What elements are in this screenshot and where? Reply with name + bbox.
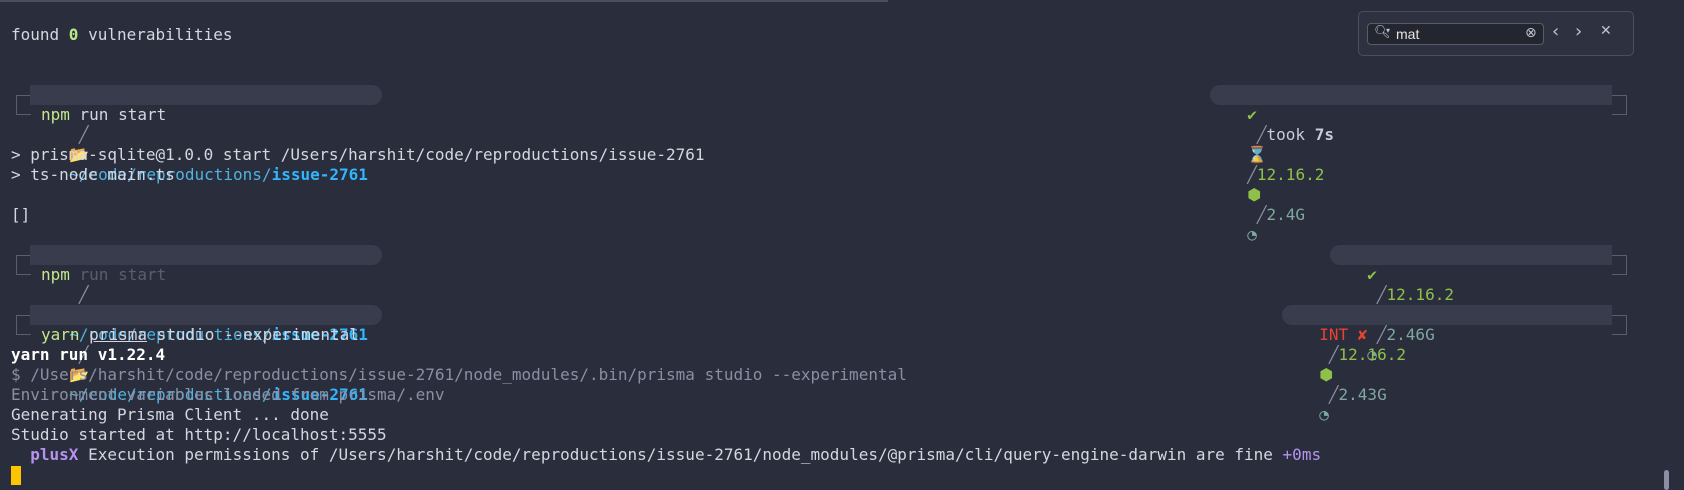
status-ok: ✔: [1367, 265, 1377, 284]
node-version: 12.16.2: [1386, 285, 1454, 304]
prompt-frame-left: [16, 315, 31, 335]
command-package[interactable]: prisma: [89, 325, 147, 344]
search-field[interactable]: 🔍︎ ▾ mat ⊗: [1367, 23, 1544, 45]
prompt-right-segment: INT ✘ ╱12.16.2 ⬢ ╱2.43G ◔: [1282, 305, 1612, 424]
output-line: Studio started at http://localhost:5555: [11, 425, 387, 444]
debug-line: plusX Execution permissions of /Users/ha…: [11, 445, 1321, 465]
command-name: yarn: [41, 325, 80, 344]
prompt-left-segment: ╱ 📂 ~/code/reproductions/issue-2761: [30, 245, 382, 344]
close-icon[interactable]: ✕: [1600, 23, 1612, 39]
gauge-icon: ◔: [1247, 225, 1257, 244]
top-border: [0, 0, 888, 2]
command-line: npm run start: [41, 265, 166, 285]
command-line: npm run start: [41, 105, 166, 125]
search-input[interactable]: mat: [1396, 24, 1516, 44]
vulnerability-count: 0: [68, 25, 79, 44]
prompt-frame-right: [1612, 95, 1627, 115]
memory-usage: 2.43G: [1338, 385, 1387, 404]
memory-usage: 2.4G: [1266, 205, 1306, 224]
output-line: []: [11, 205, 31, 224]
prompt-frame-left: [16, 95, 31, 115]
prompt-frame-right: [1612, 255, 1627, 275]
audit-result: found 0 vulnerabilities: [11, 25, 233, 45]
took-value: 7s: [1314, 125, 1334, 144]
clear-icon[interactable]: ⊗: [1525, 25, 1537, 41]
output-line: > ts-node main.ts: [11, 165, 175, 184]
debug-time: +0ms: [1282, 445, 1322, 464]
terminal-cursor: [11, 466, 21, 485]
prompt-right-segment: ✔ ╱took 7s ⌛ ╱12.16.2 ⬢ ╱2.4G ◔: [1210, 85, 1612, 244]
debug-tag: plusX: [30, 445, 79, 464]
chevron-right-icon[interactable]: ›: [1575, 21, 1582, 42]
prompt-left-segment: ╱ 📂 ~/code/reproductions/issue-2761: [30, 85, 382, 184]
find-bar: 🔍︎ ▾ mat ⊗ ‹ › ✕: [1358, 11, 1634, 56]
command-args: studio --experimental: [146, 325, 359, 344]
status-ok: ✔: [1247, 105, 1257, 124]
node-version: 12.16.2: [1256, 165, 1325, 184]
node-icon: ⬢: [1319, 365, 1334, 384]
prompt-left-segment: ╱ 📂 ~/code/reproductions/issue-2761: [30, 305, 382, 404]
output-line: $ /Users/harshit/code/reproductions/issu…: [11, 365, 907, 384]
chevron-down-icon[interactable]: ▾: [1386, 26, 1390, 35]
took-label: took: [1266, 125, 1315, 144]
command-name: npm: [41, 265, 70, 284]
command-args: run start: [69, 105, 167, 124]
command-name: npm: [41, 105, 70, 124]
path-dir: issue-2761: [271, 165, 368, 184]
audit-text: found: [11, 25, 69, 44]
prompt-frame-left: [16, 255, 31, 275]
chevron-left-icon[interactable]: ‹: [1552, 21, 1559, 42]
autosuggest-args: run start: [69, 265, 167, 284]
prompt-right-segment: ✔ ╱12.16.2 ⬢ ╱2.46G ◔: [1330, 245, 1612, 364]
output-line: Environment variables loaded from prisma…: [11, 385, 445, 404]
prompt-frame-right: [1612, 315, 1627, 335]
output-line: > prisma-sqlite@1.0.0 start /Users/harsh…: [11, 145, 705, 164]
node-version: 12.16.2: [1338, 345, 1406, 364]
debug-message: Execution permissions of /Users/harshit/…: [78, 445, 1283, 464]
output-line: Generating Prisma Client ... done: [11, 405, 329, 424]
status-interrupted: INT ✘: [1319, 325, 1368, 344]
node-icon: ⬢: [1247, 185, 1262, 204]
memory-usage: 2.46G: [1386, 325, 1435, 344]
command-line: yarn prisma studio --experimental: [41, 325, 359, 345]
hourglass-icon: ⌛: [1247, 145, 1268, 164]
audit-text-suffix: vulnerabilities: [78, 25, 233, 44]
output-line: yarn run v1.22.4: [11, 345, 166, 364]
scrollbar[interactable]: [1664, 470, 1669, 490]
gauge-icon: ◔: [1319, 405, 1329, 424]
